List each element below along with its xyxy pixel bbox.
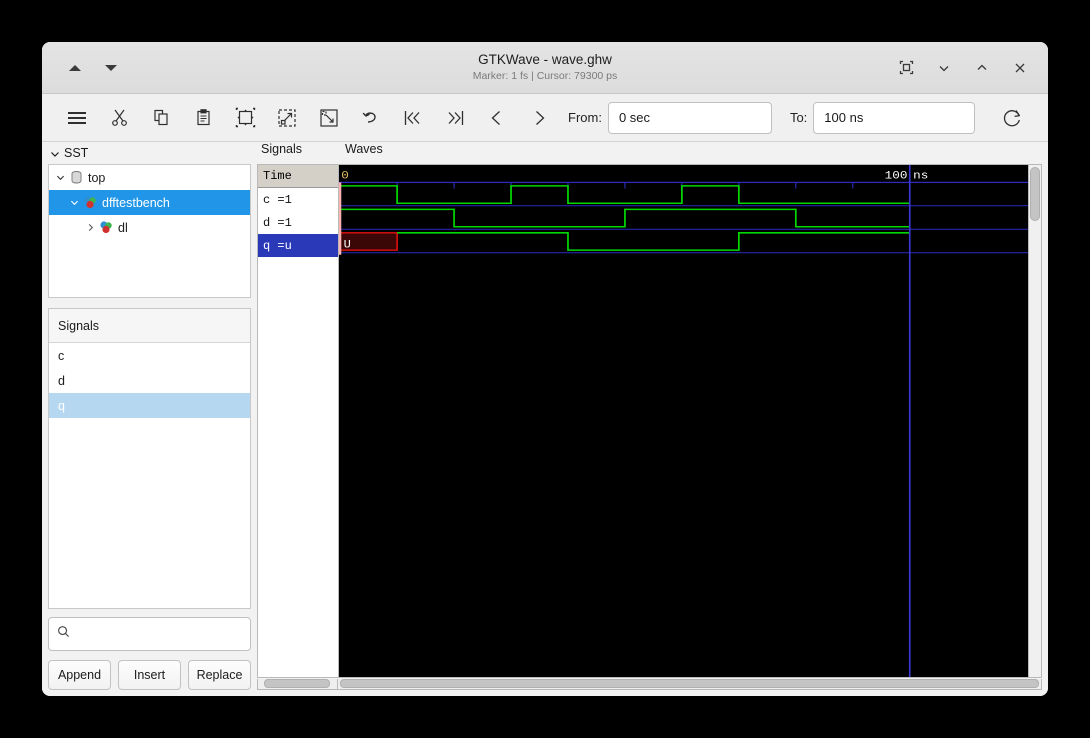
wave-main: Time c =1 d =1 q =u 0 ns 100 U: [257, 164, 1042, 678]
from-label: From:: [568, 110, 602, 125]
to-input[interactable]: [813, 101, 976, 134]
chevron-down-icon[interactable]: [53, 173, 67, 182]
search-icon: [57, 625, 70, 643]
replace-button[interactable]: Replace: [188, 660, 251, 690]
svg-text:0: 0: [341, 169, 349, 182]
minimize-icon[interactable]: [934, 58, 954, 78]
waveform-canvas[interactable]: 0 ns 100 U: [338, 164, 1029, 678]
search-input[interactable]: [76, 626, 242, 642]
undo-icon[interactable]: [350, 101, 392, 135]
zoom-fit-icon[interactable]: [224, 101, 266, 135]
list-item[interactable]: q: [49, 393, 250, 418]
tree-node-label: dl: [118, 220, 128, 235]
waves-column-title: Waves: [345, 142, 383, 156]
wave-pane: Signals Waves Time c =1 d =1 q =u 0 ns 100…: [255, 142, 1048, 696]
svg-text:U: U: [344, 240, 351, 251]
wave-pane-headers: Signals Waves: [257, 142, 1042, 164]
chevron-down-icon: [50, 148, 60, 158]
nav-down-icon[interactable]: [100, 57, 122, 79]
window-title: GTKWave - wave.ghw: [478, 52, 612, 67]
search-box[interactable]: [48, 617, 251, 651]
wave-horizontal-scrollbar[interactable]: [337, 678, 1042, 690]
nav-up-icon[interactable]: [64, 57, 86, 79]
chevron-down-icon[interactable]: [67, 198, 81, 207]
go-last-icon[interactable]: [434, 101, 476, 135]
scrollbar-thumb[interactable]: [340, 679, 1039, 688]
insert-button[interactable]: Insert: [118, 660, 181, 690]
tree-node-dfftestbench[interactable]: dfftestbench: [49, 190, 250, 215]
signal-action-buttons: Append Insert Replace: [48, 660, 251, 690]
title-bar-nav: [54, 57, 122, 79]
cube-icon: [83, 195, 98, 210]
wave-name-c[interactable]: c =1: [258, 188, 338, 211]
signals-panel: Signals c d q: [48, 308, 251, 609]
main-toolbar: From: To:: [42, 94, 1048, 142]
list-item[interactable]: c: [49, 343, 250, 368]
sst-tree: top dfftestbench dl: [48, 164, 251, 298]
zoom-in-icon[interactable]: [266, 101, 308, 135]
cube-icon: [99, 220, 114, 235]
list-item[interactable]: d: [49, 368, 250, 393]
wave-name-d[interactable]: d =1: [258, 211, 338, 234]
waveform-svg: 0 ns 100 U: [339, 165, 1028, 677]
signals-column-title: Signals: [261, 142, 302, 156]
title-bar: GTKWave - wave.ghw Marker: 1 fs | Cursor…: [42, 42, 1048, 94]
cut-icon[interactable]: [98, 101, 140, 135]
to-label: To:: [789, 110, 808, 125]
copy-icon[interactable]: [140, 101, 182, 135]
fullscreen-icon[interactable]: [896, 58, 916, 78]
go-prev-icon[interactable]: [476, 101, 518, 135]
reload-icon[interactable]: [991, 101, 1033, 135]
window-body: SST top dfftestbench dl Signals c d q Ap…: [42, 142, 1048, 696]
wave-name-q[interactable]: q =u: [258, 234, 338, 257]
go-next-icon[interactable]: [518, 101, 560, 135]
time-header: Time: [258, 165, 338, 188]
close-icon[interactable]: [1010, 58, 1030, 78]
gtkwave-window: GTKWave - wave.ghw Marker: 1 fs | Cursor…: [42, 42, 1048, 696]
wave-vertical-scrollbar[interactable]: [1029, 164, 1042, 678]
signals-panel-header: Signals: [49, 309, 250, 343]
scrollbar-thumb[interactable]: [264, 679, 330, 688]
svg-text:ns: ns: [913, 169, 928, 182]
append-button[interactable]: Append: [48, 660, 111, 690]
wave-bottom-bar: [257, 678, 1042, 690]
chevron-right-icon[interactable]: [83, 223, 97, 232]
sst-pane: SST top dfftestbench dl Signals c d q Ap…: [42, 142, 255, 696]
zoom-out-icon[interactable]: [308, 101, 350, 135]
signals-list: c d q: [49, 343, 250, 608]
go-first-icon[interactable]: [392, 101, 434, 135]
names-horizontal-scrollbar[interactable]: [257, 678, 337, 690]
window-controls: [896, 58, 1036, 78]
sst-label: SST: [64, 146, 89, 160]
marker-cursor-status: Marker: 1 fs | Cursor: 79300 ps: [472, 70, 618, 82]
sst-header[interactable]: SST: [48, 142, 251, 164]
cylinder-icon: [69, 170, 84, 185]
tree-node-label: dfftestbench: [102, 195, 170, 210]
from-input[interactable]: [607, 101, 772, 134]
svg-text:100: 100: [885, 169, 908, 182]
tree-node-dl[interactable]: dl: [49, 215, 250, 240]
tree-node-label: top: [88, 170, 106, 185]
names-filler: [258, 257, 338, 677]
tree-node-top[interactable]: top: [49, 165, 250, 190]
signal-names-column: Time c =1 d =1 q =u: [257, 164, 338, 678]
paste-icon[interactable]: [182, 101, 224, 135]
scrollbar-thumb[interactable]: [1030, 167, 1040, 221]
maximize-icon[interactable]: [972, 58, 992, 78]
menu-icon[interactable]: [56, 101, 98, 135]
